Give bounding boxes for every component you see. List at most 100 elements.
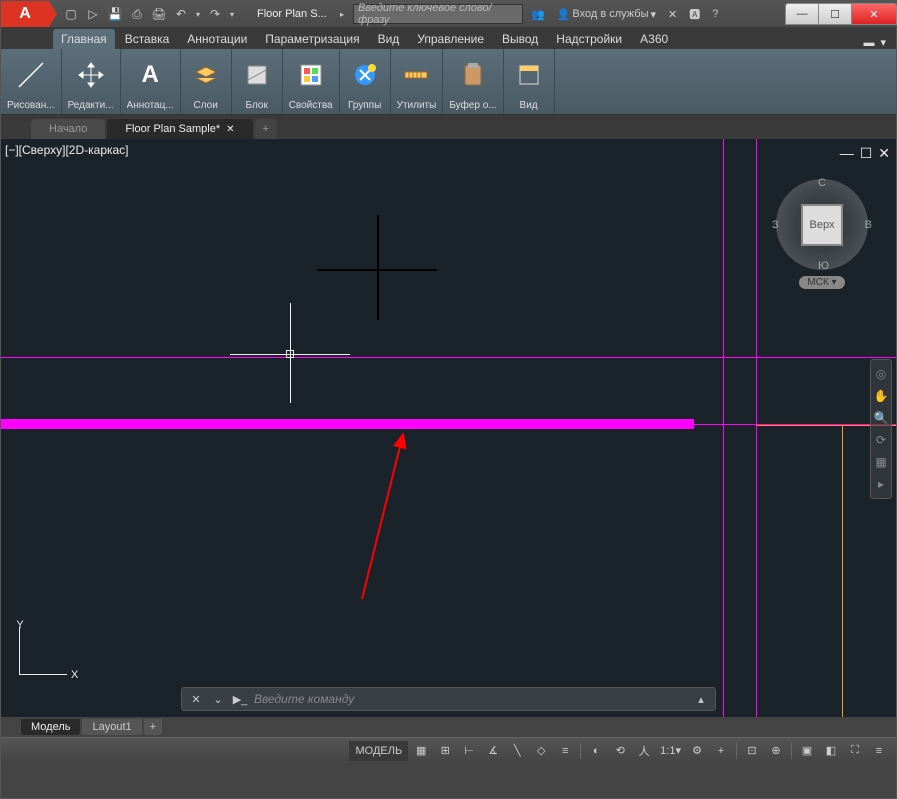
tab-view[interactable]: Вид: [370, 29, 408, 49]
file-tabs: Начало Floor Plan Sample*✕ +: [1, 115, 896, 139]
tab-a360[interactable]: A360: [632, 29, 676, 49]
tab-annotate[interactable]: Аннотации: [179, 29, 255, 49]
ucs-dropdown[interactable]: МСК ▾: [799, 276, 844, 289]
polyline: [1, 419, 694, 429]
vp-maximize-icon[interactable]: ☐: [860, 145, 873, 162]
signin-button[interactable]: 👤 Вход в службы ▾: [553, 4, 660, 24]
drawing-tab[interactable]: Floor Plan Sample*✕: [107, 119, 252, 139]
osnap-icon[interactable]: ◇: [530, 741, 552, 761]
tab-parametric[interactable]: Параметризация: [257, 29, 367, 49]
a360-icon[interactable]: 🅰: [685, 4, 704, 24]
showmotion-icon[interactable]: ▦: [873, 454, 889, 470]
annosync-icon[interactable]: +: [710, 741, 732, 761]
transparency-icon[interactable]: ◐: [585, 741, 607, 761]
cleanscreen-icon[interactable]: ⛶: [844, 741, 866, 761]
ribbon: Рисован... Редакти... A Аннотац... Слои …: [1, 49, 896, 115]
paste-icon[interactable]: [454, 56, 492, 94]
wheel-icon[interactable]: ◎: [873, 366, 889, 382]
orbit-icon[interactable]: ⟳: [873, 432, 889, 448]
model-tab[interactable]: Модель: [21, 719, 80, 735]
viewcube-top[interactable]: Верх: [801, 204, 843, 246]
redo-icon[interactable]: ↷: [205, 4, 225, 24]
cmd-close-icon[interactable]: ✕: [188, 693, 204, 706]
title-bar: A ▢ ▷ 💾 ⎙ 🖨 ↶ ▾ ↷ ▾ Floor Plan S... ▸ Вв…: [1, 1, 896, 27]
customize-icon[interactable]: ≡: [868, 741, 890, 761]
redo-dropdown-icon[interactable]: ▾: [227, 4, 237, 24]
tab-output[interactable]: Вывод: [494, 29, 546, 49]
tab-manage[interactable]: Управление: [409, 29, 492, 49]
plot-icon[interactable]: 🖨: [149, 4, 169, 24]
scale-label[interactable]: 1:1 ▾: [657, 741, 684, 761]
cmd-input[interactable]: Введите команду: [254, 692, 687, 706]
add-layout-button[interactable]: +: [144, 719, 162, 735]
window-title: Floor Plan S...: [257, 8, 337, 20]
polar-icon[interactable]: ∡: [482, 741, 504, 761]
app-logo[interactable]: A: [1, 1, 49, 27]
isolate-icon[interactable]: ◧: [820, 741, 842, 761]
window-controls: — ☐ ✕: [785, 3, 896, 25]
cmd-history-icon[interactable]: ▴: [693, 693, 709, 706]
viewcube[interactable]: С Ю З В Верх МСК ▾: [772, 179, 872, 289]
groups-icon[interactable]: [346, 56, 384, 94]
isodraft-icon[interactable]: ╲: [506, 741, 528, 761]
view-icon[interactable]: [510, 56, 548, 94]
cmd-options-icon[interactable]: ⌄: [210, 693, 226, 706]
annoscale-icon[interactable]: 人: [633, 741, 655, 761]
maximize-button[interactable]: ☐: [818, 3, 852, 25]
minimize-button[interactable]: —: [785, 3, 819, 25]
space-toggle[interactable]: МОДЕЛЬ: [349, 741, 408, 761]
panel-clipboard: Буфер о...: [443, 49, 503, 114]
thumbnail-icon[interactable]: ▬: [863, 37, 874, 49]
help-icon[interactable]: ?: [708, 4, 722, 24]
expand-icon[interactable]: ▾: [880, 36, 886, 49]
guide-line: [1, 357, 896, 358]
title-dropdown-icon[interactable]: ▸: [337, 4, 347, 24]
infocenter-icon[interactable]: 👥: [527, 4, 549, 24]
panel-groups: Группы: [340, 49, 391, 114]
undo-dropdown-icon[interactable]: ▾: [193, 4, 203, 24]
annomonitor-icon[interactable]: ⊕: [765, 741, 787, 761]
properties-icon[interactable]: [292, 56, 330, 94]
annotation-arrow: [361, 434, 404, 599]
snap-icon[interactable]: ⊞: [434, 741, 456, 761]
tab-addins[interactable]: Надстройки: [548, 29, 630, 49]
cycling-icon[interactable]: ⟲: [609, 741, 631, 761]
new-tab-button[interactable]: +: [255, 119, 277, 139]
drawing-canvas[interactable]: [−][Сверху][2D-каркас] — ☐ ✕ Y X С Ю З В…: [1, 139, 896, 717]
undo-icon[interactable]: ↶: [171, 4, 191, 24]
move-icon[interactable]: [72, 56, 110, 94]
tab-home[interactable]: Главная: [53, 29, 115, 49]
workspace-icon[interactable]: ⊡: [741, 741, 763, 761]
save-icon[interactable]: 💾: [105, 4, 125, 24]
vp-close-icon[interactable]: ✕: [878, 145, 890, 162]
ortho-icon[interactable]: ⊢: [458, 741, 480, 761]
zoom-icon[interactable]: 🔍: [873, 410, 889, 426]
grid-icon[interactable]: ▦: [410, 741, 432, 761]
block-icon[interactable]: [238, 56, 276, 94]
saveas-icon[interactable]: ⎙: [127, 4, 147, 24]
line-icon[interactable]: [12, 56, 50, 94]
open-icon[interactable]: ▷: [83, 4, 103, 24]
new-icon[interactable]: ▢: [61, 4, 81, 24]
tab-insert[interactable]: Вставка: [117, 29, 178, 49]
vp-minimize-icon[interactable]: —: [840, 145, 854, 162]
gear-icon[interactable]: ⚙: [686, 741, 708, 761]
viewport-label[interactable]: [−][Сверху][2D-каркас]: [5, 143, 129, 157]
command-line[interactable]: ✕ ⌄ ▶_ Введите команду ▴: [181, 687, 716, 711]
exchange-icon[interactable]: ✕: [664, 4, 681, 24]
lineweight-icon[interactable]: ≡: [554, 741, 576, 761]
measure-icon[interactable]: [397, 56, 435, 94]
layers-icon[interactable]: [187, 56, 225, 94]
start-tab[interactable]: Начало: [31, 119, 105, 139]
hwaccel-icon[interactable]: ▣: [796, 741, 818, 761]
close-tab-icon[interactable]: ✕: [226, 124, 234, 135]
pan-icon[interactable]: ✋: [873, 388, 889, 404]
text-icon[interactable]: A: [131, 56, 169, 94]
navbar-expand-icon[interactable]: ▸: [873, 476, 889, 492]
close-button[interactable]: ✕: [851, 3, 897, 25]
layout1-tab[interactable]: Layout1: [82, 719, 141, 735]
panel-utilities: Утилиты: [391, 49, 444, 114]
ribbon-tabs: Главная Вставка Аннотации Параметризация…: [1, 27, 896, 49]
panel-block: Блок: [232, 49, 283, 114]
search-input[interactable]: Введите ключевое слово/фразу: [353, 4, 523, 24]
